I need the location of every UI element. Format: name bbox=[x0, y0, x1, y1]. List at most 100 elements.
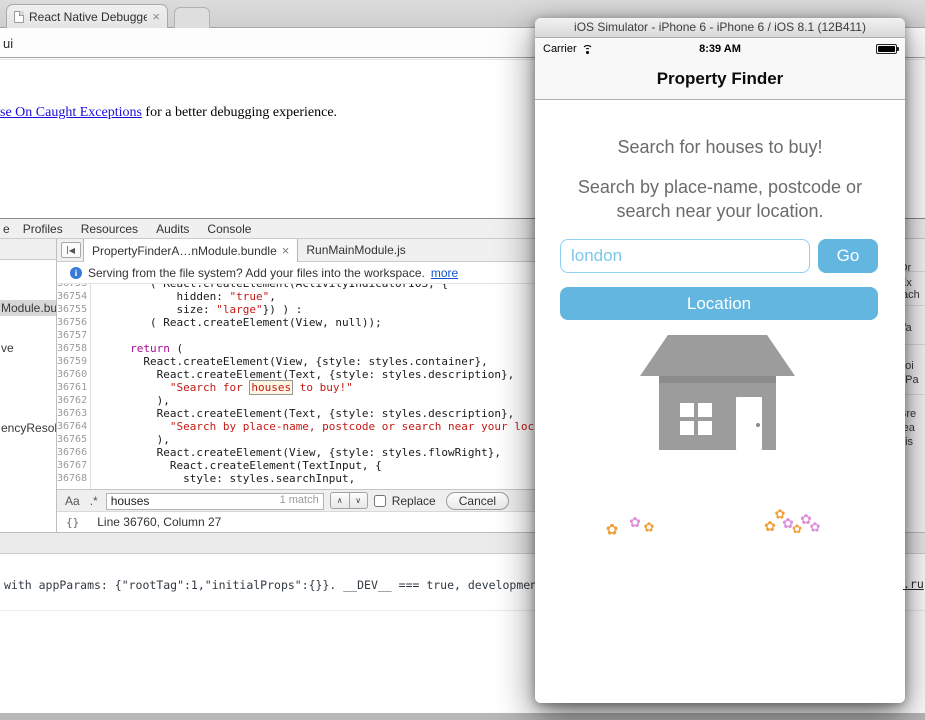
code-segment bbox=[97, 342, 130, 355]
replace-checkbox[interactable] bbox=[374, 495, 386, 507]
search-input-wrap: 1 match bbox=[106, 492, 324, 509]
console-log-line: with appParams: {"rootTag":1,"initialPro… bbox=[4, 578, 558, 592]
code-line: size: "large"}) ) : bbox=[97, 303, 580, 316]
line-number[interactable]: 36754 bbox=[57, 290, 90, 303]
line-number-gutter[interactable]: 3675336754367553675636757367583675936760… bbox=[57, 284, 90, 485]
battery-icon bbox=[876, 44, 897, 54]
status-time: 8:39 AM bbox=[535, 43, 905, 55]
house-door bbox=[736, 397, 762, 450]
devtools-panel-tab-console[interactable]: Console bbox=[198, 222, 260, 236]
code-segment: style: styles.searchInput, bbox=[97, 472, 355, 485]
console-link-fragment[interactable]: .ru bbox=[903, 577, 924, 591]
devtools-panel-tab-profiles[interactable]: Profiles bbox=[14, 222, 72, 236]
code-segment: React.createElement(View, {style: styles… bbox=[97, 355, 488, 368]
code-segment: return bbox=[130, 342, 170, 355]
info-icon: i bbox=[70, 267, 82, 279]
workspace-more-link[interactable]: more bbox=[431, 266, 458, 280]
code-segment: "Search for bbox=[170, 381, 249, 394]
navigator-toolbar bbox=[0, 239, 56, 260]
gutter-divider bbox=[90, 284, 91, 489]
app-content: Search for houses to buy! Search by plac… bbox=[535, 101, 905, 703]
app-title: Property Finder bbox=[657, 69, 784, 89]
replace-label: Replace bbox=[392, 494, 436, 508]
code-segment bbox=[97, 420, 170, 433]
code-segment: , bbox=[269, 290, 276, 303]
devtools-panel-tab-e[interactable]: e bbox=[3, 222, 14, 236]
code-segment: React.createElement(Text, {style: styles… bbox=[97, 368, 514, 381]
next-match-button[interactable]: ∨ bbox=[349, 492, 368, 509]
workspace-info-text: Serving from the file system? Add your f… bbox=[88, 266, 425, 280]
location-button[interactable]: Location bbox=[560, 287, 878, 320]
flower-icon: ✿ bbox=[810, 521, 821, 534]
browser-tab-stub[interactable] bbox=[174, 7, 210, 28]
code-line bbox=[97, 329, 580, 342]
pretty-print-icon[interactable]: {} bbox=[66, 516, 79, 529]
line-number[interactable]: 36756 bbox=[57, 316, 90, 329]
code-line: style: styles.searchInput, bbox=[97, 472, 580, 485]
line-number[interactable]: 36758 bbox=[57, 342, 90, 355]
file-tab-label: RunMainModule.js bbox=[306, 243, 405, 257]
code-line: ), bbox=[97, 433, 580, 446]
code-line: "Search for houses to buy!" bbox=[97, 381, 580, 394]
code-segment bbox=[97, 381, 170, 394]
code-segment: ( bbox=[170, 342, 183, 355]
line-number[interactable]: 36767 bbox=[57, 459, 90, 472]
go-button[interactable]: Go bbox=[818, 239, 878, 273]
simulator-title-bar[interactable]: iOS Simulator - iPhone 6 - iPhone 6 / iO… bbox=[535, 18, 905, 38]
simulator-status-bar: Carrier 8:39 AM bbox=[535, 39, 905, 59]
line-number[interactable]: 36764 bbox=[57, 420, 90, 433]
subtext: Search by place-name, postcode or search… bbox=[560, 175, 880, 223]
cancel-button[interactable]: Cancel bbox=[446, 492, 509, 510]
line-number[interactable]: 36765 bbox=[57, 433, 90, 446]
code-segment: size: bbox=[97, 303, 216, 316]
code-line: ( React.createElement(View, null)); bbox=[97, 316, 580, 329]
line-number[interactable]: 36763 bbox=[57, 407, 90, 420]
code-line: React.createElement(View, {style: styles… bbox=[97, 355, 580, 368]
code-segment: ), bbox=[97, 433, 170, 446]
code-lines[interactable]: ( React.createElement(ActivityIndicatorI… bbox=[97, 284, 580, 485]
devtools-panel-tab-resources[interactable]: Resources bbox=[72, 222, 147, 236]
code-line: React.createElement(TextInput, { bbox=[97, 459, 580, 472]
code-segment: "Search by place-name, postcode or searc… bbox=[170, 420, 581, 433]
app-nav-bar: Property Finder bbox=[535, 59, 905, 100]
search-row: Go bbox=[560, 239, 878, 273]
code-line: React.createElement(Text, {style: styles… bbox=[97, 368, 580, 381]
code-segment: hidden: bbox=[97, 290, 229, 303]
hide-navigator-icon[interactable]: ◀ bbox=[61, 242, 81, 258]
url-text: ui bbox=[3, 36, 13, 51]
pause-on-caught-exceptions-link[interactable]: se On Caught Exceptions bbox=[0, 105, 142, 120]
flower-icon: ✿ bbox=[606, 523, 619, 538]
code-segment: ), bbox=[97, 394, 170, 407]
regex-toggle[interactable]: .* bbox=[88, 494, 100, 508]
line-number[interactable]: 36762 bbox=[57, 394, 90, 407]
navigator-file-item[interactable]: encyResolv bbox=[0, 420, 56, 436]
file-tab[interactable]: RunMainModule.js bbox=[298, 239, 413, 261]
ios-simulator-window: iOS Simulator - iPhone 6 - iPhone 6 / iO… bbox=[535, 18, 905, 703]
line-number[interactable]: 36768 bbox=[57, 472, 90, 485]
line-number[interactable]: 36766 bbox=[57, 446, 90, 459]
file-tab[interactable]: PropertyFinderA…nModule.bundle× bbox=[83, 239, 298, 262]
line-number[interactable]: 36759 bbox=[57, 355, 90, 368]
code-segment: ( React.createElement(View, null)); bbox=[97, 316, 382, 329]
line-number[interactable]: 36757 bbox=[57, 329, 90, 342]
code-line: React.createElement(View, {style: styles… bbox=[97, 446, 580, 459]
navigator-file-item[interactable]: Module.bu bbox=[0, 300, 56, 316]
cursor-position: Line 36760, Column 27 bbox=[97, 515, 221, 529]
previous-match-button[interactable]: ∧ bbox=[330, 492, 349, 509]
search-match-highlight: houses bbox=[249, 380, 293, 395]
code-segment: "true" bbox=[229, 290, 269, 303]
line-number[interactable]: 36761 bbox=[57, 381, 90, 394]
devtools-file-navigator: Module.bu ve encyResolv bbox=[0, 239, 57, 532]
navigator-file-item[interactable]: ve bbox=[0, 340, 56, 356]
browser-tab-react-native-debugger[interactable]: React Native Debugger × bbox=[6, 4, 168, 28]
line-number[interactable]: 36755 bbox=[57, 303, 90, 316]
devtools-panel-tab-audits[interactable]: Audits bbox=[147, 222, 198, 236]
file-tab-close-icon[interactable]: × bbox=[282, 243, 290, 258]
code-line: "Search by place-name, postcode or searc… bbox=[97, 420, 580, 433]
match-case-toggle[interactable]: Aa bbox=[63, 494, 82, 508]
tab-close-icon[interactable]: × bbox=[152, 12, 160, 22]
page-paragraph: se On Caught Exceptions for a better deb… bbox=[0, 105, 337, 121]
place-search-input[interactable] bbox=[560, 239, 810, 273]
browser-tab-title: React Native Debugger bbox=[29, 10, 147, 24]
line-number[interactable]: 36760 bbox=[57, 368, 90, 381]
